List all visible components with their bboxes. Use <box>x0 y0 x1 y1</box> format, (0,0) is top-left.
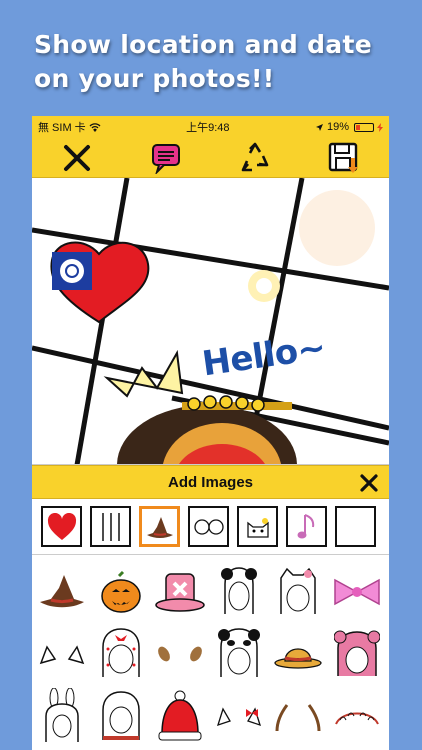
sticker-grid <box>32 555 389 747</box>
sticker-deer-ears[interactable] <box>150 623 209 685</box>
person-sticker <box>117 395 297 464</box>
toolbar <box>32 138 389 178</box>
reset-button[interactable] <box>235 140 275 176</box>
deer-ears-icon <box>157 646 202 662</box>
location-icon <box>315 123 323 131</box>
panda-face-hood-icon <box>217 628 260 677</box>
close-icon <box>63 144 90 171</box>
antlers-icon <box>275 704 320 732</box>
sticker-santa-hat[interactable] <box>150 685 209 747</box>
sticker-cat-hood[interactable] <box>268 561 327 623</box>
category-more[interactable] <box>335 506 376 547</box>
glasses-icon <box>193 518 224 535</box>
charging-icon <box>377 122 383 132</box>
santa-hat-icon <box>158 690 201 741</box>
wifi-icon <box>89 122 101 132</box>
panel-title: Add Images <box>167 473 254 491</box>
sticker-bunny-hood[interactable] <box>32 685 91 747</box>
category-lines[interactable] <box>90 506 131 547</box>
panel-close-button[interactable] <box>355 469 383 497</box>
recycle-icon <box>241 142 269 171</box>
sticker-panda-hood[interactable] <box>209 561 268 623</box>
headline-line-2: on your photos!! <box>34 64 275 93</box>
carrier-label: 無 SIM 卡 <box>38 122 86 134</box>
category-music-note[interactable] <box>286 506 327 547</box>
category-glasses[interactable] <box>188 506 229 547</box>
close-icon <box>360 474 378 492</box>
save-button[interactable] <box>324 140 364 176</box>
sticker-straw-hat[interactable] <box>268 623 327 685</box>
cat-hood-icon <box>279 567 316 614</box>
speech-bubble-icon <box>151 143 180 174</box>
sticker-witch-hat[interactable] <box>32 561 91 623</box>
strawberry-hood-icon <box>101 628 140 677</box>
save-icon <box>329 142 359 173</box>
add-text-button[interactable] <box>146 140 186 176</box>
status-bar: 無 SIM 卡 上午9:48 19% <box>32 116 389 138</box>
heart-flag-sticker <box>50 241 150 324</box>
headline: Show location and date on your photos!! <box>34 28 394 96</box>
bunny-hood-icon <box>44 688 79 742</box>
bear-hood-icon <box>333 630 380 676</box>
chopper-hat-icon <box>154 573 205 612</box>
sticker-panda-face-hood[interactable] <box>209 623 268 685</box>
phone-screen: 無 SIM 卡 上午9:48 19% Hello~ Add Images <box>32 116 389 750</box>
straw-hat-icon <box>273 648 322 669</box>
category-witch-hat[interactable] <box>139 506 180 547</box>
sticker-pink-bow[interactable] <box>327 561 386 623</box>
pumpkin-icon <box>100 570 141 613</box>
heart-icon <box>47 512 76 540</box>
witch-hat-icon <box>146 516 173 538</box>
witch-hat-icon <box>39 575 84 608</box>
category-strip <box>32 499 389 555</box>
close-button[interactable] <box>57 140 97 176</box>
add-images-header: Add Images <box>32 465 389 499</box>
sticker-bear-hood[interactable] <box>327 623 386 685</box>
sticker-red-bow-ears[interactable] <box>209 685 268 747</box>
sticker-maid-headband[interactable] <box>327 685 386 747</box>
sticker-chopper-hat[interactable] <box>150 561 209 623</box>
battery-percent: 19% <box>326 121 349 133</box>
music-note-icon <box>297 513 314 538</box>
cat-face-icon <box>246 517 269 538</box>
red-bow-ears-icon <box>216 707 261 727</box>
status-time: 上午9:48 <box>186 122 230 134</box>
lines-icon <box>101 512 120 541</box>
sticker-pumpkin[interactable] <box>91 561 150 623</box>
category-heart[interactable] <box>41 506 82 547</box>
sticker-antlers[interactable] <box>268 685 327 747</box>
cat-ears-icon <box>39 645 84 665</box>
red-hood-icon <box>101 691 140 740</box>
maid-headband-icon <box>334 712 379 725</box>
sticker-cat-ears[interactable] <box>32 623 91 685</box>
battery-icon <box>354 122 374 132</box>
panda-hood-icon <box>220 567 257 614</box>
sticker-red-hood[interactable] <box>91 685 150 747</box>
pink-bow-icon <box>333 578 380 606</box>
category-cat-face[interactable] <box>237 506 278 547</box>
headline-line-1: Show location and date <box>34 30 372 59</box>
photo-canvas[interactable]: Hello~ <box>32 178 389 465</box>
sticker-strawberry-hood[interactable] <box>91 623 150 685</box>
